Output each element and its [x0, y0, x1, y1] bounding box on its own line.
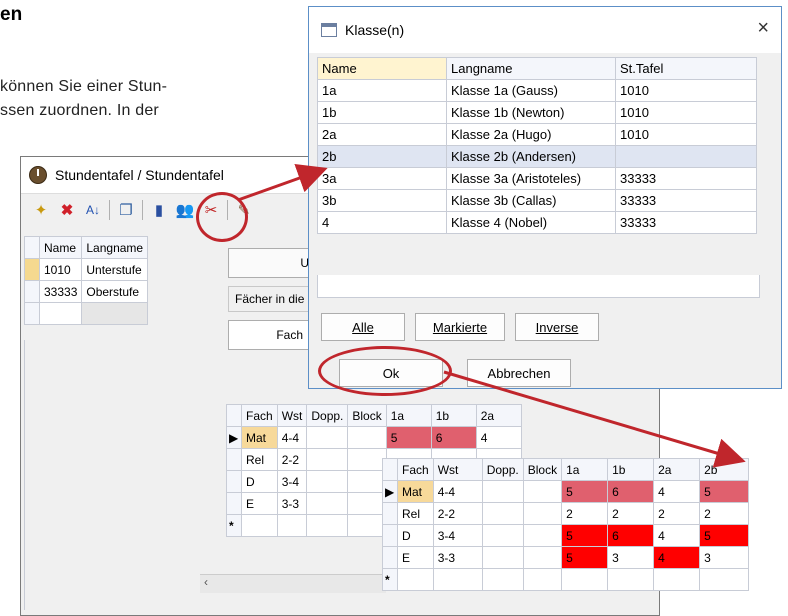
arrow-ok-to-grid [443, 370, 746, 468]
annotation-arrows [237, 163, 746, 468]
arrow-toolbar-to-dialog [237, 163, 328, 202]
